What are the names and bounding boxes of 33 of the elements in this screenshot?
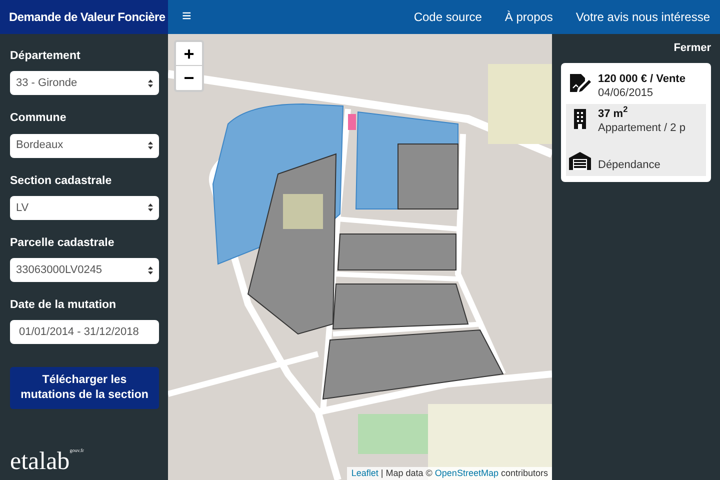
app-title: Demande de Valeur Foncière [9, 9, 166, 26]
chevron-icon [148, 141, 153, 150]
download-button[interactable]: Télécharger les mutations de la section [10, 367, 159, 410]
select-field[interactable]: Bordeaux [10, 134, 159, 158]
close-button[interactable]: Fermer [674, 40, 711, 56]
select-field[interactable]: 33063000LV0245 [10, 258, 159, 282]
select-field[interactable]: 33 - Gironde [10, 71, 159, 96]
zoom-in-button[interactable]: + [176, 42, 202, 66]
nav-link[interactable]: Votre avis nous intéresse [576, 8, 710, 26]
property-type-text: Appartement / 2 p [598, 120, 686, 136]
select-field[interactable]: LV [10, 196, 159, 220]
contract-icon [569, 72, 591, 94]
date-text: 04/06/2015 [598, 86, 654, 100]
garage-icon [569, 150, 591, 172]
price-text: 120 000 € / Vente [598, 72, 686, 86]
menu-button[interactable]: ≡ [178, 9, 196, 25]
field-label: Date de la mutation [10, 298, 118, 313]
field-label: Département [10, 49, 82, 64]
chevron-icon [148, 78, 153, 88]
map-attribution: Leaflet | Map data © OpenStreetMap contributors [347, 466, 552, 480]
chevron-icon [148, 266, 153, 274]
zoom-out-button[interactable]: − [176, 66, 202, 90]
area-text: 37 m$^{2}$ [598, 106, 629, 120]
date-range-field[interactable]: 01/01/2014 - 31/12/2018 [10, 320, 159, 344]
openstreetmap-link[interactable]: OpenStreetMap [434, 468, 498, 478]
leaflet-link[interactable]: Leaflet [351, 468, 378, 478]
field-label: Section cadastrale [10, 174, 113, 188]
property-type-text: Dépendance [598, 158, 660, 172]
nav-link[interactable]: À propos [504, 8, 553, 26]
field-label: Parcelle cadastrale [10, 236, 116, 251]
nav-link[interactable]: Code source [414, 8, 482, 26]
field-label: Commune [10, 111, 68, 126]
chevron-icon [148, 203, 153, 212]
